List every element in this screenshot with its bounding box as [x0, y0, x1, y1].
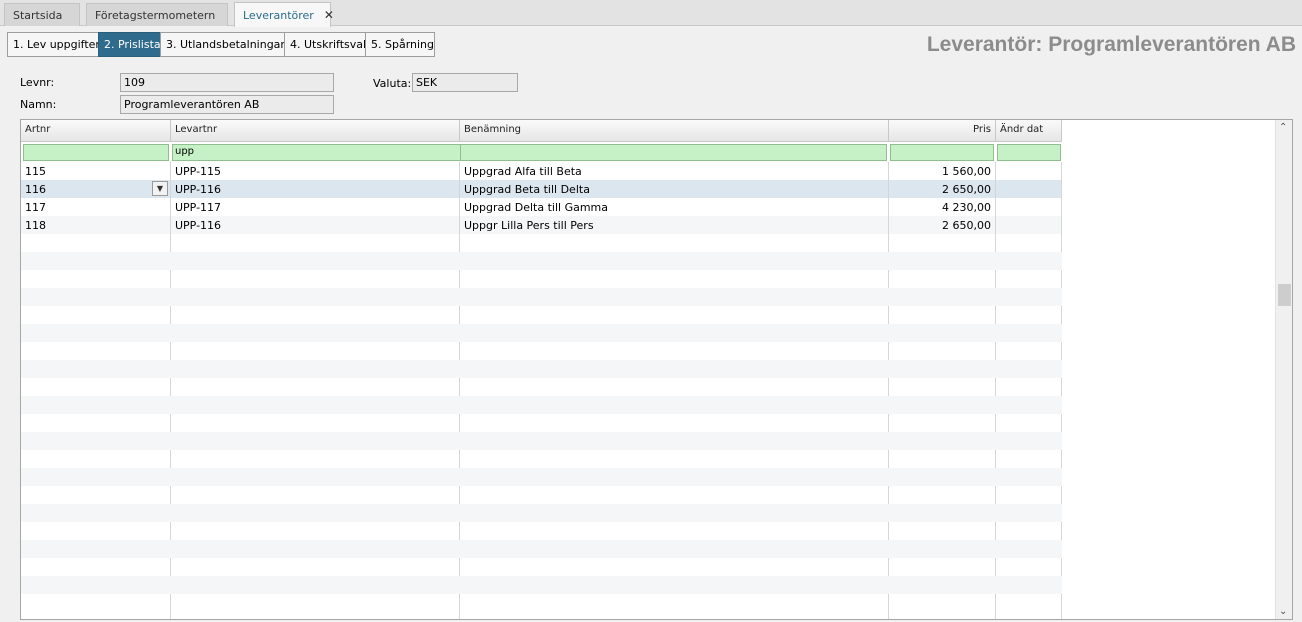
doc-tab-label: Leverantörer [243, 9, 314, 22]
cell-pris[interactable]: 1 560,00 [889, 162, 996, 180]
scroll-down-icon[interactable]: ⌄ [1279, 606, 1287, 617]
empty-table-row[interactable] [21, 594, 1062, 612]
empty-table-row[interactable] [21, 288, 1062, 306]
price-list-grid: Artnr Levartnr Benämning Pris Ändr dat u… [20, 119, 1293, 620]
empty-table-row[interactable] [21, 396, 1062, 414]
empty-table-row[interactable] [21, 306, 1062, 324]
cell-pris[interactable]: 2 650,00 [889, 180, 996, 198]
column-header-levartnr[interactable]: Levartnr [171, 120, 460, 142]
empty-table-row[interactable] [21, 504, 1062, 522]
document-tab-bar: Startsida Företagstermometern Leverantör… [0, 0, 1302, 27]
vertical-scrollbar[interactable]: ⌃ ⌄ [1275, 120, 1292, 619]
empty-table-row[interactable] [21, 360, 1062, 378]
cell-artnr[interactable]: 118 [21, 216, 171, 234]
cell-levartnr[interactable]: UPP-116 [171, 180, 460, 198]
filter-input-pris[interactable] [890, 144, 994, 161]
column-header-artnr[interactable]: Artnr [21, 120, 171, 142]
tab-label: 3. Utlandsbetalningar [166, 38, 285, 51]
valuta-field[interactable]: SEK [412, 73, 518, 92]
empty-table-row[interactable] [21, 432, 1062, 450]
table-row[interactable]: 117 UPP-117 Uppgrad Delta till Gamma 4 230,… [21, 198, 1062, 216]
tab-sparning[interactable]: 5. Spårning [365, 32, 435, 57]
empty-table-row[interactable] [21, 378, 1062, 396]
filter-input-benamning[interactable] [460, 144, 887, 161]
levnr-field[interactable]: 109 [120, 73, 334, 92]
valuta-label: Valuta: [373, 77, 412, 90]
tab-label: 5. Spårning [371, 38, 435, 51]
table-row[interactable]: 116 UPP-116 Uppgrad Beta till Delta 2 650,0… [21, 180, 1062, 198]
table-row[interactable]: 115 UPP-115 Uppgrad Alfa till Beta 1 560,00 [21, 162, 1062, 180]
cell-artnr[interactable]: 116 [21, 180, 171, 198]
doc-tab-label: Startsida [13, 9, 63, 22]
cell-andr[interactable] [996, 162, 1062, 180]
tab-lev-uppgifter[interactable]: 1. Lev uppgifter [7, 32, 100, 57]
filter-input-artnr[interactable] [23, 144, 169, 161]
cell-levartnr[interactable]: UPP-115 [171, 162, 460, 180]
empty-table-row[interactable] [21, 540, 1062, 558]
column-header-pris[interactable]: Pris [889, 120, 996, 142]
cell-benamning[interactable]: Uppgrad Alfa till Beta [460, 162, 889, 180]
empty-table-row[interactable] [21, 414, 1062, 432]
grid-body: 115 UPP-115 Uppgrad Alfa till Beta 1 560,00… [21, 162, 1062, 612]
cell-artnr[interactable]: 117 [21, 198, 171, 216]
cell-benamning[interactable]: Uppgr Lilla Pers till Pers [460, 216, 889, 234]
scrollbar-thumb[interactable] [1278, 284, 1291, 306]
cell-andr[interactable] [996, 180, 1062, 198]
page-title: Leverantör: Programleverantören AB [926, 33, 1296, 56]
filter-input-andr-dat[interactable] [997, 144, 1061, 161]
doc-tab-startsida[interactable]: Startsida [4, 3, 80, 26]
empty-table-row[interactable] [21, 486, 1062, 504]
cell-artnr[interactable]: 115 [21, 162, 171, 180]
empty-table-row[interactable] [21, 270, 1062, 288]
cell-benamning[interactable]: Uppgrad Delta till Gamma [460, 198, 889, 216]
empty-table-row[interactable] [21, 522, 1062, 540]
namn-label: Namn: [20, 98, 57, 111]
tab-prislista[interactable]: 2. Prislista [98, 32, 161, 57]
doc-tab-leverantorer[interactable]: Leverantörer ✕ [234, 2, 334, 27]
scroll-up-icon[interactable]: ⌃ [1279, 122, 1287, 133]
namn-field[interactable]: Programleverantören AB [120, 95, 334, 114]
cell-andr[interactable] [996, 216, 1062, 234]
cell-benamning[interactable]: Uppgrad Beta till Delta [460, 180, 889, 198]
tab-label: 2. Prislista [104, 38, 161, 51]
empty-table-row[interactable] [21, 252, 1062, 270]
table-row[interactable]: 118 UPP-116 Uppgr Lilla Pers till Pers 2 65… [21, 216, 1062, 234]
cell-pris[interactable]: 2 650,00 [889, 216, 996, 234]
empty-table-row[interactable] [21, 342, 1062, 360]
cell-levartnr[interactable]: UPP-116 [171, 216, 460, 234]
tab-utskriftsval[interactable]: 4. Utskriftsval [284, 32, 366, 57]
empty-table-row[interactable] [21, 576, 1062, 594]
grid-header: Artnr Levartnr Benämning Pris Ändr dat [21, 120, 1062, 142]
tab-label: 4. Utskriftsval [290, 38, 367, 51]
empty-table-row[interactable] [21, 450, 1062, 468]
tab-utlandsbetalningar[interactable]: 3. Utlandsbetalningar [160, 32, 285, 57]
filter-row: upp [21, 142, 1062, 162]
cell-levartnr[interactable]: UPP-117 [171, 198, 460, 216]
empty-table-row[interactable] [21, 558, 1062, 576]
empty-table-row[interactable] [21, 234, 1062, 252]
tab-label: 1. Lev uppgifter [13, 38, 100, 51]
filter-input-levartnr[interactable]: upp [172, 144, 469, 161]
cell-andr[interactable] [996, 198, 1062, 216]
column-header-benamning[interactable]: Benämning [460, 120, 889, 142]
levnr-label: Levnr: [20, 76, 55, 89]
empty-table-row[interactable] [21, 468, 1062, 486]
empty-table-row[interactable] [21, 324, 1062, 342]
doc-tab-foretagstermometern[interactable]: Företagstermometern [86, 3, 228, 26]
sub-tab-bar: 1. Lev uppgifter 2. Prislista 3. Utlands… [7, 32, 435, 57]
cell-pris[interactable]: 4 230,00 [889, 198, 996, 216]
close-icon[interactable]: ✕ [324, 8, 334, 22]
doc-tab-label: Företagstermometern [95, 9, 216, 22]
column-header-andr-dat[interactable]: Ändr dat [996, 120, 1062, 142]
chevron-down-icon[interactable]: ▼ [152, 181, 168, 196]
